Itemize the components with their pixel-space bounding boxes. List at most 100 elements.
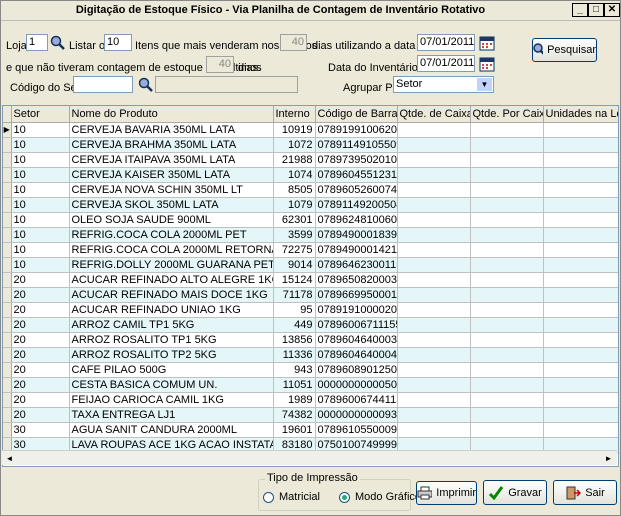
cell-codigo-barras[interactable]: 07896699500012 bbox=[315, 287, 398, 303]
cell-interno[interactable]: 1072 bbox=[273, 137, 316, 153]
cell-qtde-por-caixa[interactable] bbox=[470, 392, 544, 408]
cell-codigo-barras[interactable]: 07896052600748 bbox=[315, 182, 398, 198]
cell-setor[interactable]: 10 bbox=[11, 167, 70, 183]
cell-qtde-por-caixa[interactable] bbox=[470, 197, 544, 213]
cell-unidades[interactable] bbox=[543, 302, 618, 318]
table-row[interactable]: ▶ 10 CERVEJA BAVARIA 350ML LATA 10919 078919… bbox=[3, 122, 618, 138]
cell-qtde-por-caixa[interactable] bbox=[470, 272, 544, 288]
cell-produto[interactable]: CERVEJA SKOL 350ML LATA bbox=[69, 197, 274, 213]
cell-produto[interactable]: REFRIG.DOLLY 2000ML GUARANA PET bbox=[69, 257, 274, 273]
cell-codigo-barras[interactable]: 07896006744115 bbox=[315, 392, 398, 408]
cell-unidades[interactable] bbox=[543, 257, 618, 273]
cell-setor[interactable]: 20 bbox=[11, 272, 70, 288]
cell-qtde-caixas[interactable] bbox=[397, 197, 471, 213]
cell-setor[interactable]: 10 bbox=[11, 212, 70, 228]
cell-unidades[interactable] bbox=[543, 152, 618, 168]
table-row[interactable]: 10 REFRIG.COCA COLA 2000ML PET 3599 0789490… bbox=[3, 227, 618, 243]
table-row[interactable]: 10 CERVEJA NOVA SCHIN 350ML LT 8505 0789605… bbox=[3, 182, 618, 198]
cell-qtde-caixas[interactable] bbox=[397, 422, 471, 438]
cell-interno[interactable]: 943 bbox=[273, 362, 316, 378]
close-button[interactable]: ✕ bbox=[604, 3, 620, 17]
calendar-icon[interactable] bbox=[478, 34, 496, 52]
horizontal-scrollbar[interactable]: ◄ ► bbox=[2, 450, 617, 465]
loja-input[interactable]: 1 bbox=[26, 34, 48, 51]
cell-qtde-por-caixa[interactable] bbox=[470, 287, 544, 303]
cell-unidades[interactable] bbox=[543, 122, 618, 138]
table-row[interactable]: 30 AGUA SANIT CANDURA 2000ML 19601 07896105… bbox=[3, 422, 618, 438]
cell-interno[interactable]: 95 bbox=[273, 302, 316, 318]
table-row[interactable]: 10 CERVEJA ITAIPAVA 350ML LATA 21988 078973… bbox=[3, 152, 618, 168]
cell-unidades[interactable] bbox=[543, 392, 618, 408]
setor-input[interactable] bbox=[73, 76, 133, 93]
cell-interno[interactable]: 72275 bbox=[273, 242, 316, 258]
cell-produto[interactable]: CERVEJA KAISER 350ML LATA bbox=[69, 167, 274, 183]
table-row[interactable]: 20 ACUCAR REFINADO UNIAO 1KG 95 07891910000… bbox=[3, 302, 618, 318]
column-header-qtde-por-caixa[interactable]: Qtde. Por Caixa bbox=[470, 106, 544, 123]
cell-setor[interactable]: 10 bbox=[11, 197, 70, 213]
cell-interno[interactable]: 71178 bbox=[273, 287, 316, 303]
cell-setor[interactable]: 20 bbox=[11, 332, 70, 348]
cell-unidades[interactable] bbox=[543, 197, 618, 213]
listar-input[interactable]: 10 bbox=[104, 34, 132, 51]
table-row[interactable]: 10 CERVEJA KAISER 350ML LATA 1074 078960455… bbox=[3, 167, 618, 183]
cell-unidades[interactable] bbox=[543, 362, 618, 378]
search-loja-icon[interactable] bbox=[49, 34, 67, 52]
cell-qtde-por-caixa[interactable] bbox=[470, 242, 544, 258]
cell-codigo-barras[interactable]: 07894900018394 bbox=[315, 227, 398, 243]
cell-setor[interactable]: 10 bbox=[11, 257, 70, 273]
cell-unidades[interactable] bbox=[543, 227, 618, 243]
products-grid[interactable]: Setor Nome do Produto Interno Código de … bbox=[2, 105, 619, 467]
imprimir-button[interactable]: Imprimir bbox=[416, 481, 477, 505]
cell-unidades[interactable] bbox=[543, 242, 618, 258]
cell-codigo-barras[interactable]: 07896006711155 bbox=[315, 317, 398, 333]
cell-codigo-barras[interactable]: 07896105500094 bbox=[315, 422, 398, 438]
cell-produto[interactable]: ACUCAR REFINADO UNIAO 1KG bbox=[69, 302, 274, 318]
table-row[interactable]: 10 CERVEJA SKOL 350ML LATA 1079 07891149200… bbox=[3, 197, 618, 213]
cell-produto[interactable]: CERVEJA NOVA SCHIN 350ML LT bbox=[69, 182, 274, 198]
cell-setor[interactable]: 20 bbox=[11, 407, 70, 423]
cell-produto[interactable]: CESTA BASICA COMUM UN. bbox=[69, 377, 274, 393]
cell-produto[interactable]: CERVEJA BRAHMA 350ML LATA bbox=[69, 137, 274, 153]
cell-unidades[interactable] bbox=[543, 212, 618, 228]
table-row[interactable]: 20 ARROZ ROSALITO TP1 5KG 13856 07896046400… bbox=[3, 332, 618, 348]
cell-unidades[interactable] bbox=[543, 332, 618, 348]
table-row[interactable]: 20 CESTA BASICA COMUM UN. 11051 00000000000… bbox=[3, 377, 618, 393]
cell-unidades[interactable] bbox=[543, 287, 618, 303]
cell-produto[interactable]: AGUA SANIT CANDURA 2000ML bbox=[69, 422, 274, 438]
cell-interno[interactable]: 11051 bbox=[273, 377, 316, 393]
cell-qtde-caixas[interactable] bbox=[397, 122, 471, 138]
pesquisar-button[interactable]: Pesquisar bbox=[532, 38, 597, 62]
cell-codigo-barras[interactable]: 00000000000932 bbox=[315, 407, 398, 423]
cell-qtde-por-caixa[interactable] bbox=[470, 422, 544, 438]
gravar-button[interactable]: Gravar bbox=[483, 480, 547, 505]
cell-setor[interactable]: 10 bbox=[11, 227, 70, 243]
cell-unidades[interactable] bbox=[543, 167, 618, 183]
sair-button[interactable]: Sair bbox=[553, 480, 617, 505]
cell-codigo-barras[interactable]: 00000000000500 bbox=[315, 377, 398, 393]
cell-produto[interactable]: ARROZ ROSALITO TP2 5KG bbox=[69, 347, 274, 363]
cell-unidades[interactable] bbox=[543, 422, 618, 438]
cell-interno[interactable]: 9014 bbox=[273, 257, 316, 273]
cell-qtde-por-caixa[interactable] bbox=[470, 137, 544, 153]
cell-codigo-barras[interactable]: 07896508200034 bbox=[315, 272, 398, 288]
data-base-input[interactable]: 07/01/2011 bbox=[417, 34, 475, 51]
cell-setor[interactable]: 20 bbox=[11, 392, 70, 408]
agrupar-select[interactable]: Setor ▼ bbox=[393, 76, 494, 93]
cell-codigo-barras[interactable]: 07894900014211 bbox=[315, 242, 398, 258]
column-header-codigo-barras[interactable]: Código de Barras bbox=[315, 106, 398, 123]
cell-qtde-por-caixa[interactable] bbox=[470, 347, 544, 363]
cell-setor[interactable]: 20 bbox=[11, 377, 70, 393]
cell-codigo-barras[interactable]: 07896089012507 bbox=[315, 362, 398, 378]
cell-interno[interactable]: 1079 bbox=[273, 197, 316, 213]
cell-setor[interactable]: 20 bbox=[11, 317, 70, 333]
data-inventario-input[interactable]: 07/01/2011 bbox=[417, 55, 475, 72]
cell-produto[interactable]: CERVEJA BAVARIA 350ML LATA bbox=[69, 122, 274, 138]
cell-qtde-caixas[interactable] bbox=[397, 362, 471, 378]
cell-unidades[interactable] bbox=[543, 347, 618, 363]
cell-codigo-barras[interactable]: 07891149105509 bbox=[315, 137, 398, 153]
table-row[interactable]: 20 FEIJAO CARIOCA CAMIL 1KG 1989 0789600674… bbox=[3, 392, 618, 408]
cell-codigo-barras[interactable]: 07891991006200 bbox=[315, 122, 398, 138]
table-row[interactable]: 20 TAXA ENTREGA LJ1 74382 00000000000932 bbox=[3, 407, 618, 423]
cell-qtde-caixas[interactable] bbox=[397, 212, 471, 228]
column-header-produto[interactable]: Nome do Produto bbox=[69, 106, 274, 123]
